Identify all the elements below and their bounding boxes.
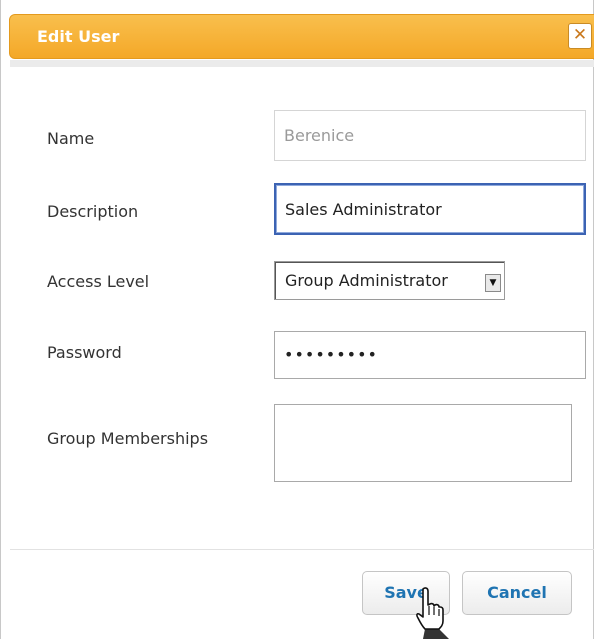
dialog-title: Edit User [37,27,120,46]
description-field[interactable]: Sales Administrator [274,183,586,235]
password-value: ••••••••• [284,345,378,364]
header-separator [10,60,594,67]
close-icon: ✕ [572,25,588,45]
edit-user-dialog: Edit User ✕ Name Berenice Description Sa… [0,0,594,639]
access-level-label: Access Level [47,272,150,291]
description-value: Sales Administrator [285,200,442,219]
password-field[interactable]: ••••••••• [274,331,586,379]
cancel-button[interactable]: Cancel [462,571,572,615]
name-label: Name [47,129,95,148]
password-label: Password [47,343,122,362]
close-button[interactable]: ✕ [568,23,592,49]
chevron-down-icon[interactable]: ▼ [485,274,501,292]
group-memberships-label: Group Memberships [47,429,209,448]
description-label: Description [47,202,139,221]
access-level-select[interactable]: Group Administrator ▼ [274,261,505,300]
footer-divider [10,549,594,550]
name-value: Berenice [284,126,355,145]
hand-pointer-icon [416,587,449,639]
access-level-value: Group Administrator [285,271,448,290]
group-memberships-field[interactable] [274,404,572,482]
name-field[interactable]: Berenice [274,110,586,161]
dialog-titlebar: Edit User ✕ [9,14,594,59]
